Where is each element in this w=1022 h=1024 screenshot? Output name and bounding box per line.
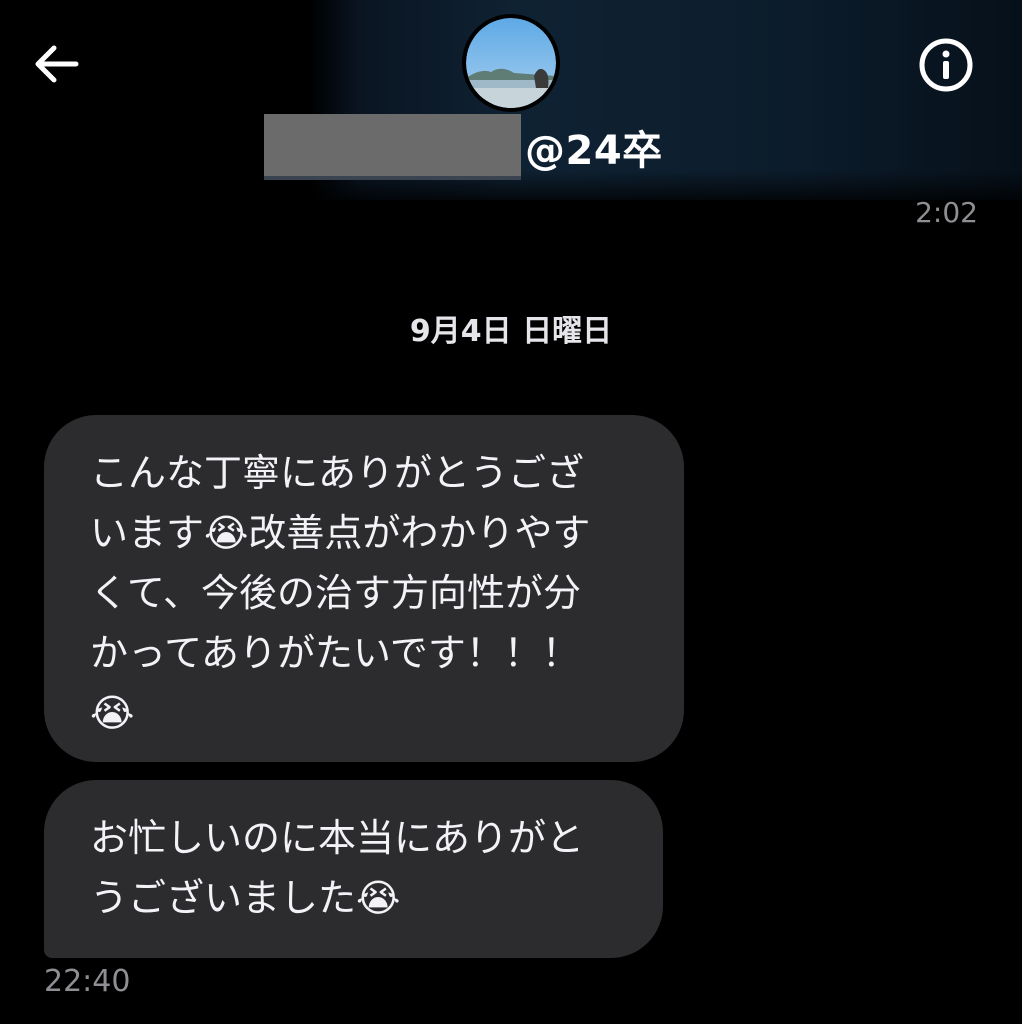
arrow-left-icon (35, 45, 79, 83)
message-line: くて、今後の治す方向性が分 (90, 571, 581, 615)
message-line: こんな丁寧にありがとうござ (90, 451, 585, 495)
message-line: お忙しいのに本当にありがと (90, 816, 585, 860)
avatar[interactable] (462, 14, 560, 112)
message-line: かってありがたいです！！！ (90, 631, 580, 675)
message-bubble-1[interactable]: こんな丁寧にありがとうござ います😭改善点がわかりやす くて、今後の治す方向性が… (44, 415, 684, 762)
contact-name-row[interactable]: @24卒 (264, 112, 663, 182)
message-bubble-2[interactable]: お忙しいのに本当にありがと うございました😭 (44, 780, 663, 958)
date-separator: 9月4日 日曜日 (409, 314, 613, 349)
message-timestamp-bottom: 22:40 (44, 964, 131, 999)
contact-handle: @24卒 (525, 128, 663, 174)
message-line: 😭 (90, 691, 135, 735)
redacted-name-block (264, 114, 521, 180)
back-button[interactable] (28, 36, 84, 92)
message-line: います😭改善点がわかりやす (90, 511, 591, 555)
message-line: うございました😭 (90, 876, 401, 920)
info-circle-icon (919, 38, 973, 92)
message-timestamp-top: 2:02 (915, 196, 978, 229)
info-button[interactable] (914, 33, 978, 97)
